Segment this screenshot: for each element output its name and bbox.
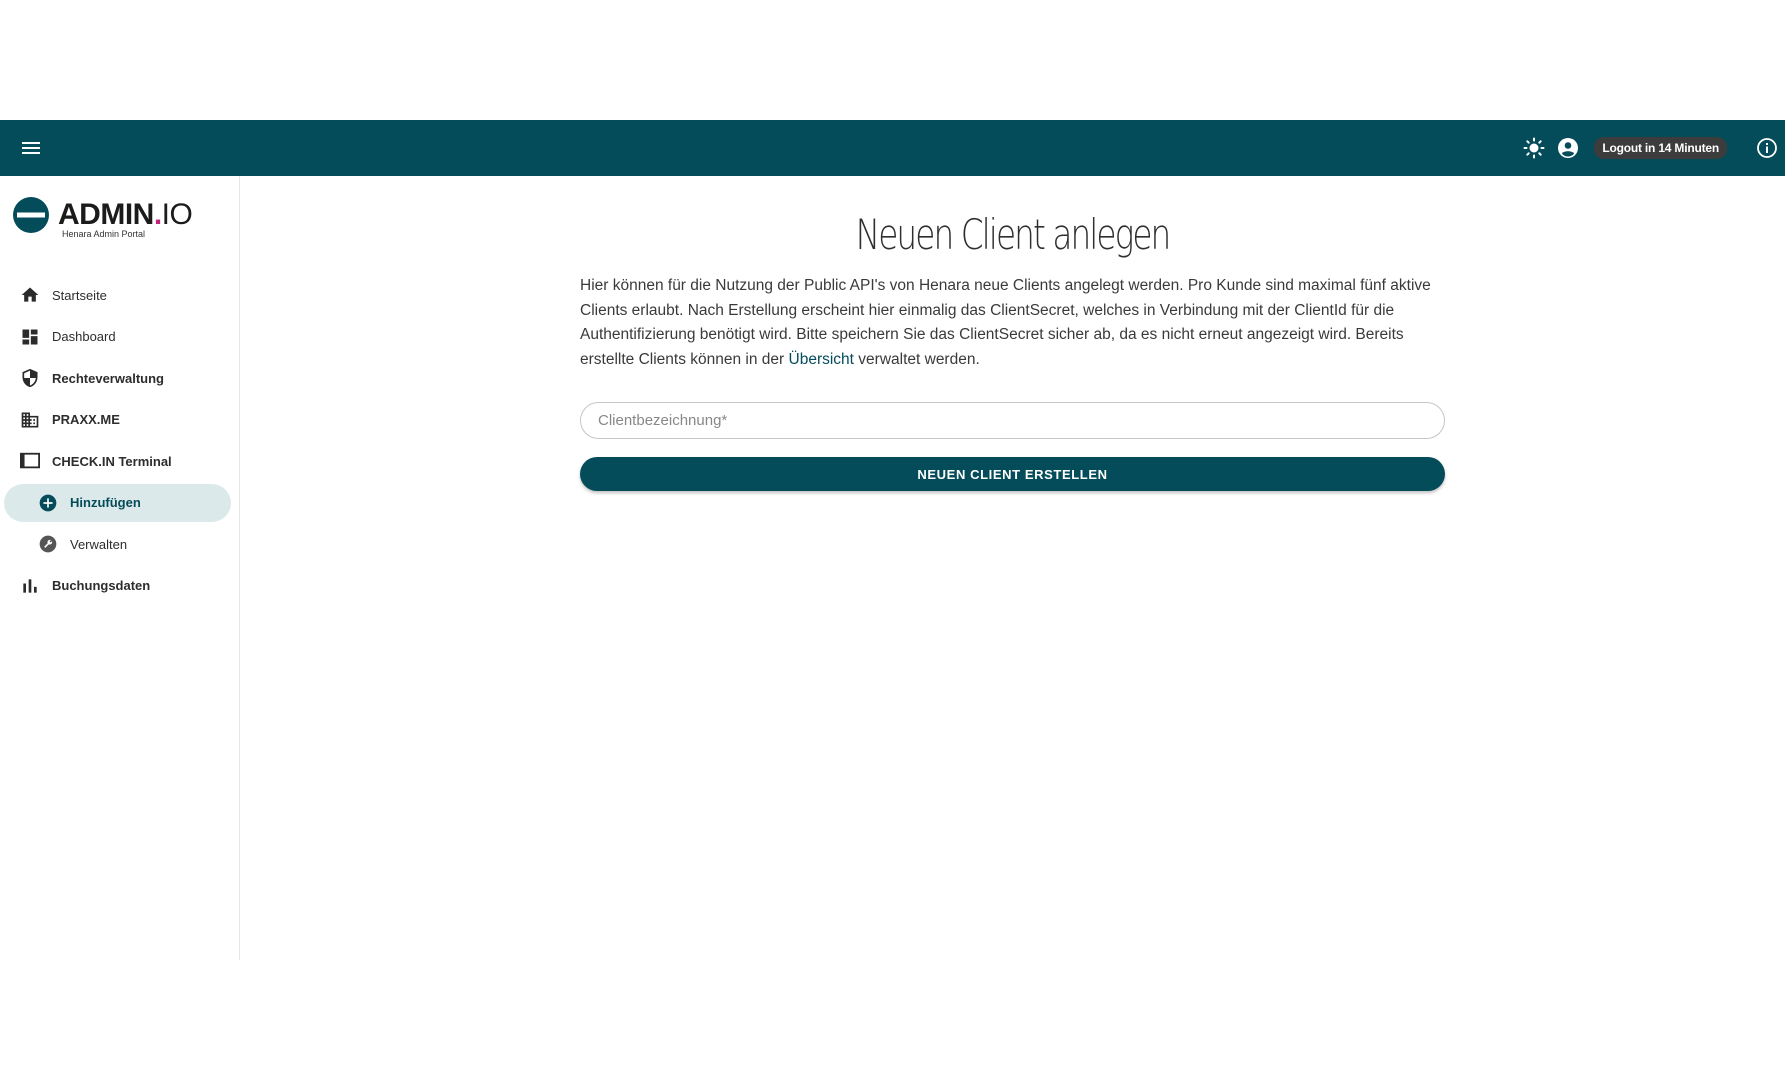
sidebar: ADMIN.IO Henara Admin Portal Startseite … bbox=[0, 176, 240, 960]
client-name-input[interactable] bbox=[581, 403, 1444, 438]
info-icon[interactable] bbox=[1753, 134, 1781, 162]
terminal-icon bbox=[18, 449, 42, 473]
sidebar-item-startseite[interactable]: Startseite bbox=[0, 276, 240, 314]
building-icon bbox=[18, 408, 42, 432]
main-content: Neuen Client anlegen Hier können für die… bbox=[240, 176, 1785, 960]
dashboard-icon bbox=[18, 325, 42, 349]
bar-chart-icon bbox=[18, 574, 42, 598]
intro-paragraph: Hier können für die Nutzung der Public A… bbox=[580, 274, 1450, 372]
intro-text-end: verwaltet werden. bbox=[853, 350, 980, 368]
intro-text: Hier können für die Nutzung der Public A… bbox=[580, 277, 1431, 368]
sidebar-item-hinzufuegen[interactable]: Hinzufügen bbox=[4, 483, 231, 522]
sidebar-item-label: CHECK.IN Terminal bbox=[52, 453, 172, 469]
sun-icon[interactable] bbox=[1520, 134, 1548, 162]
brand-logo[interactable]: ADMIN.IO Henara Admin Portal bbox=[12, 196, 222, 244]
sidebar-item-label: Rechteverwaltung bbox=[52, 370, 164, 386]
sidebar-item-praxx-me[interactable]: PRAXX.ME bbox=[0, 401, 240, 439]
henara-logo-icon bbox=[13, 197, 49, 233]
logout-timer-badge: Logout in 14 Minuten bbox=[1594, 137, 1727, 159]
sidebar-item-dashboard[interactable]: Dashboard bbox=[0, 318, 240, 356]
shield-icon bbox=[18, 366, 42, 390]
home-icon bbox=[18, 283, 42, 307]
sidebar-item-verwalten[interactable]: Verwalten bbox=[0, 525, 240, 563]
topbar-actions: Logout in 14 Minuten bbox=[1520, 120, 1785, 176]
sidebar-nav: Startseite Dashboard Rechteverwaltung PR… bbox=[0, 276, 240, 608]
overview-link[interactable]: Übersicht bbox=[789, 351, 854, 368]
top-app-bar: Logout in 14 Minuten bbox=[0, 120, 1785, 176]
app-frame: Logout in 14 Minuten ADMIN.IO Henara Adm… bbox=[0, 120, 1785, 960]
account-icon[interactable] bbox=[1554, 134, 1582, 162]
brand-subtitle: Henara Admin Portal bbox=[62, 229, 146, 239]
sidebar-item-label: Hinzufügen bbox=[70, 495, 141, 510]
sidebar-item-label: PRAXX.ME bbox=[52, 412, 120, 427]
page-title: Neuen Client anlegen bbox=[855, 210, 1172, 259]
brand-name: ADMIN.IO bbox=[58, 198, 193, 231]
sidebar-item-label: Startseite bbox=[52, 287, 107, 303]
wrench-icon bbox=[36, 532, 60, 556]
add-circle-icon bbox=[36, 491, 60, 515]
create-client-button[interactable]: NEUEN CLIENT ERSTELLEN bbox=[580, 457, 1445, 491]
sidebar-item-label: Dashboard bbox=[52, 329, 116, 344]
client-name-field bbox=[580, 402, 1445, 439]
sidebar-item-check-in-terminal[interactable]: CHECK.IN Terminal bbox=[0, 442, 240, 480]
sidebar-item-label: Verwalten bbox=[70, 536, 128, 552]
menu-icon[interactable] bbox=[18, 135, 44, 161]
sidebar-item-label: Buchungsdaten bbox=[52, 578, 151, 593]
sidebar-item-buchungsdaten[interactable]: Buchungsdaten bbox=[0, 567, 240, 605]
sidebar-item-rechteverwaltung[interactable]: Rechteverwaltung bbox=[0, 359, 240, 397]
